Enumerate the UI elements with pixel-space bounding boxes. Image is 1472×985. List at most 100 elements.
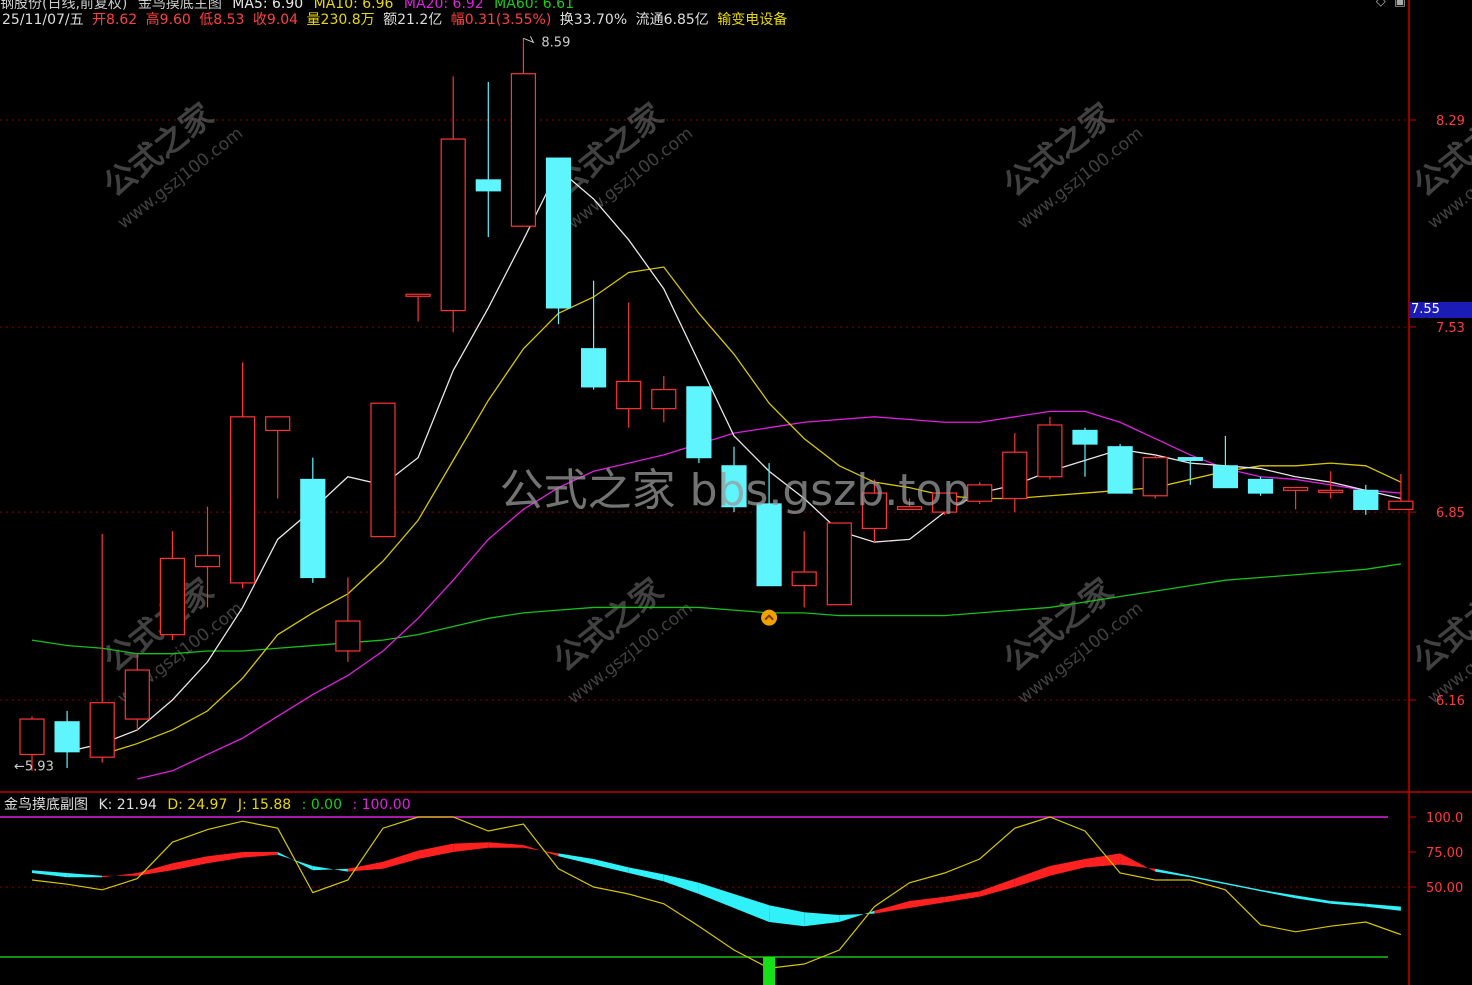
candle-body-up — [159, 557, 185, 636]
turnover-label: 换33.70% — [559, 12, 628, 28]
candle — [1072, 427, 1098, 477]
kdj-band-bull — [944, 891, 980, 903]
kdj-band-bull — [1120, 853, 1156, 872]
candle-body-down — [1072, 429, 1098, 445]
kdj-band-bear — [769, 905, 805, 927]
close-label: 收9.04 — [252, 12, 299, 28]
candle — [1107, 444, 1133, 494]
kdj-band-bull — [1049, 859, 1085, 876]
d-label: D: 24.97 — [167, 797, 228, 813]
candle — [335, 577, 361, 662]
candle — [54, 710, 80, 769]
watermark-tiles: 公式之家www.gszj100.com 公式之家www.gszj100.com 公式… — [96, 96, 1472, 709]
kdj-band-bull — [909, 896, 945, 908]
zero-line-label: : 0.00 — [301, 797, 342, 813]
kdj-band-bull — [172, 856, 208, 871]
candle — [826, 522, 852, 606]
hundred-line-label: : 100.00 — [352, 797, 411, 813]
kdj-band-bear — [312, 866, 348, 872]
candle — [616, 302, 642, 428]
candle — [1142, 454, 1168, 499]
candle — [440, 76, 466, 333]
candle — [967, 482, 993, 504]
kdj-band-bull — [207, 852, 243, 864]
watermark-tile: 公式之家www.gszj100.com — [1406, 96, 1472, 234]
watermark-tile: 公式之家www.gszj100.com — [996, 96, 1147, 234]
high-label: 高9.60 — [145, 12, 191, 28]
center-watermark: 公式之家 bbs.gszb.top — [500, 465, 971, 516]
high-annotation: 8.59 — [541, 35, 570, 50]
candle-body-up — [826, 522, 852, 606]
k-label: K: 21.94 — [98, 797, 157, 813]
candle — [475, 81, 501, 238]
watermark-tile: 公式之家www.gszj100.com — [1406, 571, 1472, 709]
kdj-signal-bar — [763, 957, 776, 985]
candle — [1247, 476, 1274, 496]
subchart-name[interactable]: 金鸟摸底副图 — [4, 797, 88, 813]
chart-canvas[interactable]: 公式之家www.gszj100.com 公式之家www.gszj100.com 公式… — [0, 0, 1472, 985]
candle — [510, 38, 536, 227]
kdj-band-bear — [804, 912, 840, 927]
candle-body-down — [54, 721, 80, 753]
buy-signal-icon — [761, 609, 778, 626]
sector-label[interactable]: 输变电设备 — [717, 12, 787, 28]
candle-body-up — [1002, 451, 1028, 500]
candle — [1282, 487, 1309, 510]
kdj-band-bull — [383, 850, 419, 869]
candle — [300, 457, 326, 583]
kdj-band-bull — [347, 861, 383, 872]
price-tick-label: 8.29 — [1436, 114, 1465, 129]
candle-body-up — [265, 416, 291, 432]
candle-body-up — [405, 293, 431, 297]
candle — [791, 531, 817, 608]
kdj-band-bull — [979, 878, 1015, 897]
j-label: J: 15.88 — [237, 797, 292, 813]
candle-body-up — [124, 669, 150, 720]
candle-body-up — [335, 620, 361, 652]
kdj-band-bear — [1190, 875, 1226, 885]
quote-header: 25/11/07/五 开8.62 高9.60 低8.53 收9.04 量230.… — [2, 9, 791, 29]
watermark-tile: 公式之家www.gszj100.com — [996, 571, 1147, 709]
candle-body-up — [651, 388, 677, 410]
kdj-band-bear — [1330, 901, 1366, 907]
amount-label: 额21.2亿 — [383, 12, 443, 28]
candle-body-down — [1212, 465, 1239, 489]
candle — [545, 157, 572, 325]
candle — [651, 375, 677, 423]
kdj-band-bear — [593, 859, 629, 873]
diamond-icon[interactable]: ◇ — [1376, 0, 1386, 9]
kdj-band-bear — [1295, 895, 1331, 904]
kdj-band-bull — [102, 873, 138, 878]
candle-body-down — [300, 478, 326, 579]
kdj-band-bear — [67, 873, 103, 878]
candle-body-up — [440, 138, 466, 312]
kdj-band-bull — [1085, 853, 1121, 868]
candle — [1002, 433, 1028, 513]
kdj-band-bear — [663, 874, 699, 894]
candle — [230, 362, 256, 589]
kdj-band-bear — [32, 870, 68, 878]
kdj-band-bull — [488, 842, 524, 848]
low-annotation: ←5.93 — [14, 760, 54, 775]
candle — [1037, 416, 1063, 480]
candle-body-up — [1318, 489, 1344, 493]
candle — [370, 402, 396, 538]
subchart-header: 金鸟摸底副图 K: 21.94 D: 24.97 J: 15.88 : 0.00… — [4, 794, 417, 814]
kdj-band-bear — [1155, 868, 1191, 878]
high-arrow — [523, 36, 535, 44]
candle-body-up — [89, 702, 115, 758]
candle-body-up — [616, 380, 642, 410]
current-price-tag: 7.55 — [1409, 302, 1472, 318]
candle-body-up — [230, 416, 256, 584]
kdj-tick-label: 50.00 — [1426, 881, 1463, 896]
change-label: 幅0.31(3.55%) — [450, 12, 552, 28]
restore-icon[interactable]: ▣ — [1394, 0, 1406, 9]
open-label: 开8.62 — [92, 12, 138, 28]
kdj-band-bear — [734, 894, 770, 922]
window-controls: ◇ ▣ — [1368, 0, 1406, 9]
candle-body-up — [1142, 457, 1168, 497]
candle-body-up — [1037, 424, 1063, 478]
candle-body-down — [1107, 446, 1133, 494]
candle — [1212, 435, 1239, 489]
candle-body-up — [967, 484, 993, 502]
